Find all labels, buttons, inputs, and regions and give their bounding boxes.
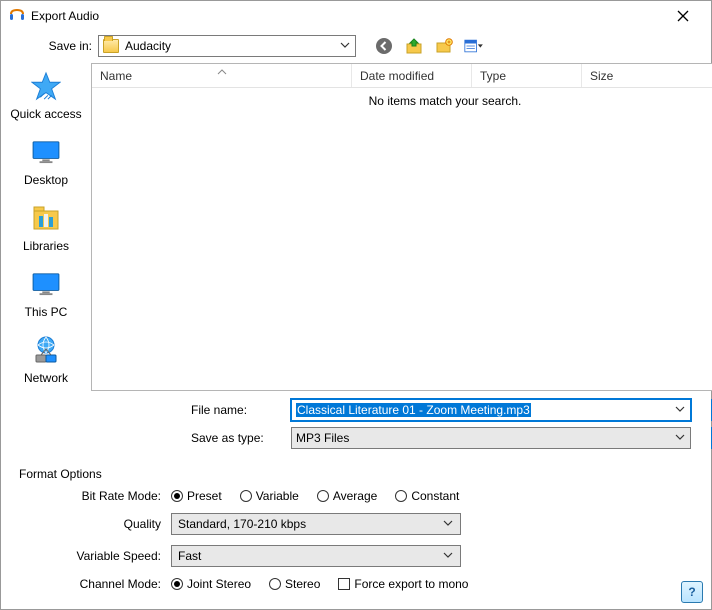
place-this-pc[interactable]: This PC: [1, 267, 91, 319]
format-options-group: Format Options Bit Rate Mode: Preset Var…: [11, 467, 701, 609]
file-list[interactable]: Name Date modified Type Size No items ma…: [91, 63, 712, 391]
save-as-type-value: MP3 Files: [296, 431, 349, 445]
variable-speed-dropdown[interactable]: Fast: [171, 545, 461, 567]
file-list-header: Name Date modified Type Size: [92, 64, 712, 88]
place-label: Desktop: [24, 173, 68, 187]
chevron-down-icon: [442, 517, 454, 532]
place-desktop[interactable]: Desktop: [1, 135, 91, 187]
variable-speed-label: Variable Speed:: [61, 549, 171, 563]
help-button[interactable]: ?: [681, 581, 703, 603]
this-pc-icon: [29, 267, 63, 301]
save-in-label: Save in:: [13, 39, 98, 53]
place-label: Libraries: [23, 239, 69, 253]
quality-label: Quality: [61, 517, 171, 531]
column-date-modified[interactable]: Date modified: [352, 64, 472, 87]
format-options-title: Format Options: [15, 467, 106, 481]
quick-access-icon: [29, 69, 63, 103]
up-one-level-button[interactable]: [404, 36, 424, 56]
save-in-combo[interactable]: Audacity: [98, 35, 356, 57]
force-mono-checkbox[interactable]: Force export to mono: [338, 577, 468, 591]
bitrate-variable-radio[interactable]: Variable: [240, 489, 299, 503]
chevron-down-icon: [442, 549, 454, 564]
quality-dropdown[interactable]: Standard, 170-210 kbps: [171, 513, 461, 535]
empty-message: No items match your search.: [369, 94, 522, 108]
channel-stereo-radio[interactable]: Stereo: [269, 577, 320, 591]
new-folder-button[interactable]: [434, 36, 454, 56]
close-button[interactable]: [663, 1, 703, 31]
body-row: Quick access Desktop Libraries This PC: [1, 63, 711, 461]
place-libraries[interactable]: Libraries: [1, 201, 91, 253]
file-name-input[interactable]: Classical Literature 01 - Zoom Meeting.m…: [291, 399, 691, 421]
file-name-value: Classical Literature 01 - Zoom Meeting.m…: [296, 403, 531, 417]
file-list-body: No items match your search.: [92, 88, 712, 390]
bitrate-mode-label: Bit Rate Mode:: [61, 489, 171, 503]
save-in-row: Save in: Audacity: [1, 31, 711, 63]
toolbar-icons: [374, 36, 484, 56]
save-in-value: Audacity: [125, 39, 171, 53]
chevron-down-icon: [674, 431, 686, 446]
place-label: Network: [24, 371, 68, 385]
form-area: File name: Classical Literature 01 - Zoo…: [91, 397, 712, 461]
bitrate-average-radio[interactable]: Average: [317, 489, 377, 503]
app-icon: [9, 8, 25, 24]
dialog-title: Export Audio: [31, 9, 99, 23]
channel-mode-label: Channel Mode:: [61, 577, 171, 591]
place-label: This PC: [25, 305, 68, 319]
sort-asc-icon: [217, 64, 227, 78]
title-bar: Export Audio: [1, 1, 711, 31]
place-quick-access[interactable]: Quick access: [1, 69, 91, 121]
chevron-down-icon: [674, 403, 686, 418]
column-type[interactable]: Type: [472, 64, 582, 87]
desktop-icon: [29, 135, 63, 169]
save-as-type-label: Save as type:: [191, 431, 291, 445]
column-size[interactable]: Size: [582, 64, 712, 87]
back-button[interactable]: [374, 36, 394, 56]
export-audio-dialog: Export Audio Save in: Audacity: [0, 0, 712, 610]
bitrate-constant-radio[interactable]: Constant: [395, 489, 459, 503]
file-name-label: File name:: [191, 403, 291, 417]
save-as-type-combo[interactable]: MP3 Files: [291, 427, 691, 449]
network-icon: [29, 333, 63, 367]
bitrate-preset-radio[interactable]: Preset: [171, 489, 222, 503]
libraries-icon: [29, 201, 63, 235]
places-bar: Quick access Desktop Libraries This PC: [1, 63, 91, 461]
view-menu-button[interactable]: [464, 36, 484, 56]
chevron-down-icon: [339, 39, 351, 54]
folder-icon: [103, 39, 119, 53]
column-name[interactable]: Name: [92, 64, 352, 87]
place-label: Quick access: [10, 107, 81, 121]
channel-joint-stereo-radio[interactable]: Joint Stereo: [171, 577, 251, 591]
place-network[interactable]: Network: [1, 333, 91, 385]
